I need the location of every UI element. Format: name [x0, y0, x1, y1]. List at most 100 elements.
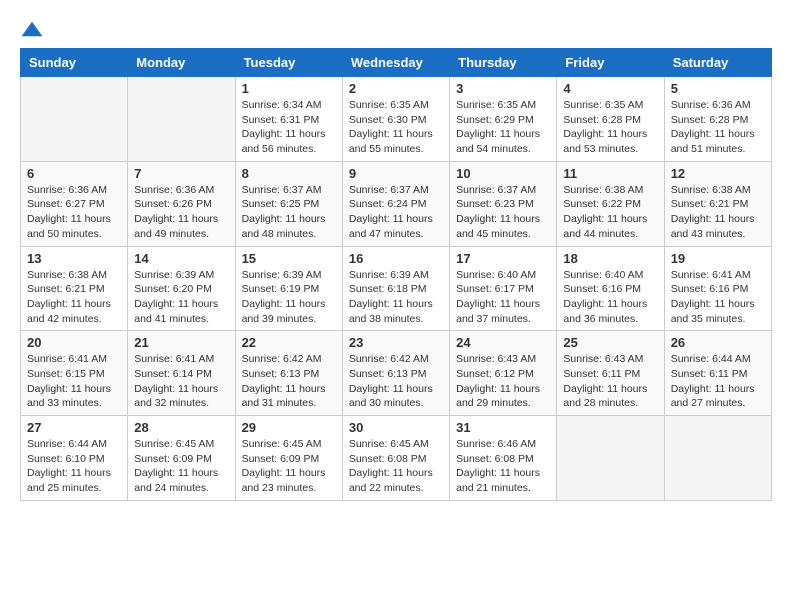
- day-info: Sunrise: 6:37 AMSunset: 6:24 PMDaylight:…: [349, 184, 433, 240]
- day-info: Sunrise: 6:39 AMSunset: 6:20 PMDaylight:…: [134, 269, 218, 325]
- calendar-cell: 5 Sunrise: 6:36 AMSunset: 6:28 PMDayligh…: [664, 77, 771, 162]
- calendar-cell: 27 Sunrise: 6:44 AMSunset: 6:10 PMDaylig…: [21, 416, 128, 501]
- day-number: 24: [456, 335, 550, 350]
- day-info: Sunrise: 6:44 AMSunset: 6:10 PMDaylight:…: [27, 438, 111, 494]
- calendar-cell: 28 Sunrise: 6:45 AMSunset: 6:09 PMDaylig…: [128, 416, 235, 501]
- weekday-header: Wednesday: [342, 49, 449, 77]
- calendar-cell: 4 Sunrise: 6:35 AMSunset: 6:28 PMDayligh…: [557, 77, 664, 162]
- weekday-header: Sunday: [21, 49, 128, 77]
- day-info: Sunrise: 6:36 AMSunset: 6:28 PMDaylight:…: [671, 99, 755, 155]
- day-number: 21: [134, 335, 228, 350]
- day-info: Sunrise: 6:43 AMSunset: 6:12 PMDaylight:…: [456, 353, 540, 409]
- calendar-cell: 14 Sunrise: 6:39 AMSunset: 6:20 PMDaylig…: [128, 246, 235, 331]
- day-number: 9: [349, 166, 443, 181]
- calendar-cell: 7 Sunrise: 6:36 AMSunset: 6:26 PMDayligh…: [128, 161, 235, 246]
- calendar-cell: [557, 416, 664, 501]
- day-info: Sunrise: 6:40 AMSunset: 6:17 PMDaylight:…: [456, 269, 540, 325]
- day-number: 10: [456, 166, 550, 181]
- calendar-cell: 9 Sunrise: 6:37 AMSunset: 6:24 PMDayligh…: [342, 161, 449, 246]
- calendar-cell: 15 Sunrise: 6:39 AMSunset: 6:19 PMDaylig…: [235, 246, 342, 331]
- calendar-body: 1 Sunrise: 6:34 AMSunset: 6:31 PMDayligh…: [21, 77, 772, 501]
- weekday-header: Friday: [557, 49, 664, 77]
- calendar-cell: 11 Sunrise: 6:38 AMSunset: 6:22 PMDaylig…: [557, 161, 664, 246]
- calendar-cell: 23 Sunrise: 6:42 AMSunset: 6:13 PMDaylig…: [342, 331, 449, 416]
- day-info: Sunrise: 6:46 AMSunset: 6:08 PMDaylight:…: [456, 438, 540, 494]
- day-number: 30: [349, 420, 443, 435]
- day-number: 8: [242, 166, 336, 181]
- calendar-cell: 25 Sunrise: 6:43 AMSunset: 6:11 PMDaylig…: [557, 331, 664, 416]
- day-info: Sunrise: 6:38 AMSunset: 6:21 PMDaylight:…: [27, 269, 111, 325]
- day-info: Sunrise: 6:35 AMSunset: 6:29 PMDaylight:…: [456, 99, 540, 155]
- day-number: 3: [456, 81, 550, 96]
- calendar-cell: 26 Sunrise: 6:44 AMSunset: 6:11 PMDaylig…: [664, 331, 771, 416]
- day-info: Sunrise: 6:45 AMSunset: 6:08 PMDaylight:…: [349, 438, 433, 494]
- day-number: 4: [563, 81, 657, 96]
- day-info: Sunrise: 6:41 AMSunset: 6:14 PMDaylight:…: [134, 353, 218, 409]
- calendar-cell: 12 Sunrise: 6:38 AMSunset: 6:21 PMDaylig…: [664, 161, 771, 246]
- calendar-cell: 24 Sunrise: 6:43 AMSunset: 6:12 PMDaylig…: [450, 331, 557, 416]
- day-number: 20: [27, 335, 121, 350]
- calendar-cell: 6 Sunrise: 6:36 AMSunset: 6:27 PMDayligh…: [21, 161, 128, 246]
- day-info: Sunrise: 6:36 AMSunset: 6:26 PMDaylight:…: [134, 184, 218, 240]
- calendar-table: SundayMondayTuesdayWednesdayThursdayFrid…: [20, 48, 772, 501]
- day-info: Sunrise: 6:37 AMSunset: 6:25 PMDaylight:…: [242, 184, 326, 240]
- logo-icon: [20, 20, 44, 38]
- day-number: 27: [27, 420, 121, 435]
- logo: [20, 20, 48, 38]
- day-number: 7: [134, 166, 228, 181]
- day-number: 26: [671, 335, 765, 350]
- day-number: 11: [563, 166, 657, 181]
- calendar-week-row: 20 Sunrise: 6:41 AMSunset: 6:15 PMDaylig…: [21, 331, 772, 416]
- day-number: 15: [242, 251, 336, 266]
- calendar-cell: 16 Sunrise: 6:39 AMSunset: 6:18 PMDaylig…: [342, 246, 449, 331]
- day-number: 16: [349, 251, 443, 266]
- calendar-cell: 13 Sunrise: 6:38 AMSunset: 6:21 PMDaylig…: [21, 246, 128, 331]
- day-info: Sunrise: 6:41 AMSunset: 6:16 PMDaylight:…: [671, 269, 755, 325]
- day-number: 31: [456, 420, 550, 435]
- day-info: Sunrise: 6:36 AMSunset: 6:27 PMDaylight:…: [27, 184, 111, 240]
- weekday-header: Tuesday: [235, 49, 342, 77]
- weekday-header: Saturday: [664, 49, 771, 77]
- weekday-row: SundayMondayTuesdayWednesdayThursdayFrid…: [21, 49, 772, 77]
- day-number: 6: [27, 166, 121, 181]
- day-info: Sunrise: 6:35 AMSunset: 6:30 PMDaylight:…: [349, 99, 433, 155]
- calendar-cell: 22 Sunrise: 6:42 AMSunset: 6:13 PMDaylig…: [235, 331, 342, 416]
- calendar-cell: 10 Sunrise: 6:37 AMSunset: 6:23 PMDaylig…: [450, 161, 557, 246]
- day-info: Sunrise: 6:34 AMSunset: 6:31 PMDaylight:…: [242, 99, 326, 155]
- day-info: Sunrise: 6:40 AMSunset: 6:16 PMDaylight:…: [563, 269, 647, 325]
- calendar-cell: 30 Sunrise: 6:45 AMSunset: 6:08 PMDaylig…: [342, 416, 449, 501]
- weekday-header: Thursday: [450, 49, 557, 77]
- calendar-cell: 17 Sunrise: 6:40 AMSunset: 6:17 PMDaylig…: [450, 246, 557, 331]
- day-info: Sunrise: 6:42 AMSunset: 6:13 PMDaylight:…: [242, 353, 326, 409]
- calendar-cell: 19 Sunrise: 6:41 AMSunset: 6:16 PMDaylig…: [664, 246, 771, 331]
- header: [20, 20, 772, 38]
- calendar-cell: 2 Sunrise: 6:35 AMSunset: 6:30 PMDayligh…: [342, 77, 449, 162]
- day-number: 18: [563, 251, 657, 266]
- calendar-cell: 8 Sunrise: 6:37 AMSunset: 6:25 PMDayligh…: [235, 161, 342, 246]
- day-info: Sunrise: 6:39 AMSunset: 6:19 PMDaylight:…: [242, 269, 326, 325]
- calendar-cell: [128, 77, 235, 162]
- calendar-cell: 3 Sunrise: 6:35 AMSunset: 6:29 PMDayligh…: [450, 77, 557, 162]
- day-number: 13: [27, 251, 121, 266]
- day-number: 17: [456, 251, 550, 266]
- day-number: 14: [134, 251, 228, 266]
- calendar-cell: 18 Sunrise: 6:40 AMSunset: 6:16 PMDaylig…: [557, 246, 664, 331]
- calendar-header: SundayMondayTuesdayWednesdayThursdayFrid…: [21, 49, 772, 77]
- day-number: 29: [242, 420, 336, 435]
- weekday-header: Monday: [128, 49, 235, 77]
- day-number: 23: [349, 335, 443, 350]
- day-info: Sunrise: 6:41 AMSunset: 6:15 PMDaylight:…: [27, 353, 111, 409]
- day-info: Sunrise: 6:37 AMSunset: 6:23 PMDaylight:…: [456, 184, 540, 240]
- day-number: 1: [242, 81, 336, 96]
- day-number: 25: [563, 335, 657, 350]
- day-info: Sunrise: 6:39 AMSunset: 6:18 PMDaylight:…: [349, 269, 433, 325]
- calendar-cell: 29 Sunrise: 6:45 AMSunset: 6:09 PMDaylig…: [235, 416, 342, 501]
- calendar-week-row: 27 Sunrise: 6:44 AMSunset: 6:10 PMDaylig…: [21, 416, 772, 501]
- day-info: Sunrise: 6:42 AMSunset: 6:13 PMDaylight:…: [349, 353, 433, 409]
- calendar-cell: [21, 77, 128, 162]
- day-number: 2: [349, 81, 443, 96]
- day-number: 5: [671, 81, 765, 96]
- day-info: Sunrise: 6:45 AMSunset: 6:09 PMDaylight:…: [134, 438, 218, 494]
- day-number: 12: [671, 166, 765, 181]
- day-number: 22: [242, 335, 336, 350]
